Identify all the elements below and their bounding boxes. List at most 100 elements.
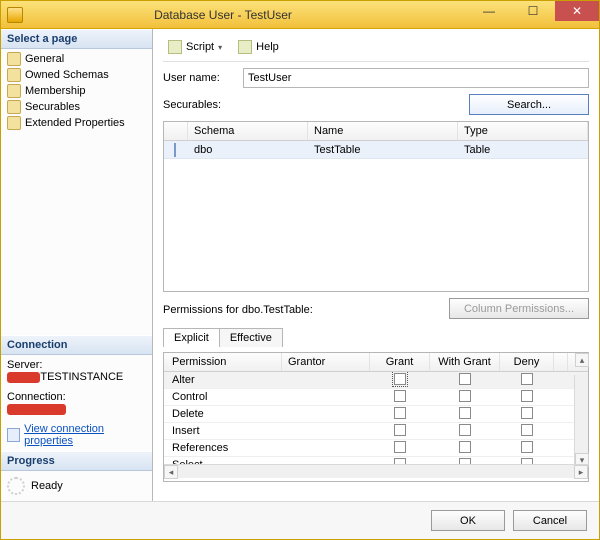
col-deny[interactable]: Deny bbox=[500, 353, 554, 371]
select-page-header: Select a page bbox=[1, 29, 152, 49]
scroll-left-icon[interactable]: ◂ bbox=[164, 465, 178, 479]
table-row[interactable]: Insert bbox=[164, 423, 588, 440]
server-value: XXXXTESTINSTANCE bbox=[7, 371, 146, 383]
col-with-grant[interactable]: With Grant bbox=[430, 353, 500, 371]
table-row[interactable]: Control bbox=[164, 389, 588, 406]
permissions-grid: Permission Grantor Grant With Grant Deny… bbox=[163, 352, 589, 482]
deny-checkbox[interactable] bbox=[521, 373, 533, 385]
page-icon bbox=[7, 116, 21, 130]
table-row[interactable]: Delete bbox=[164, 406, 588, 423]
cell-grant bbox=[370, 373, 430, 388]
sidebar: Select a page General Owned Schemas Memb… bbox=[1, 29, 153, 501]
grant-checkbox[interactable] bbox=[394, 424, 406, 436]
page-icon bbox=[7, 84, 21, 98]
cell-type: Table bbox=[458, 143, 588, 157]
col-schema[interactable]: Schema bbox=[188, 122, 308, 140]
column-permissions-button: Column Permissions... bbox=[449, 298, 589, 319]
horizontal-scrollbar[interactable]: ◂ ▸ bbox=[164, 464, 588, 478]
table-row[interactable]: dbo TestTable Table bbox=[164, 141, 588, 159]
vertical-scrollbar[interactable]: ▴ ▾ bbox=[574, 375, 588, 467]
table-row[interactable]: Alter bbox=[164, 372, 588, 389]
page-nav: General Owned Schemas Membership Securab… bbox=[1, 49, 152, 139]
script-label: Script bbox=[186, 41, 214, 53]
cell-with-grant bbox=[430, 441, 500, 456]
with-grant-checkbox[interactable] bbox=[459, 407, 471, 419]
minimize-button[interactable]: — bbox=[467, 1, 511, 21]
grant-checkbox[interactable] bbox=[394, 441, 406, 453]
with-grant-checkbox[interactable] bbox=[459, 390, 471, 402]
table-row[interactable]: Select bbox=[164, 457, 588, 464]
script-icon bbox=[168, 40, 182, 54]
securables-grid: Schema Name Type dbo TestTable Table bbox=[163, 121, 589, 292]
col-type[interactable]: Type bbox=[458, 122, 588, 140]
deny-checkbox[interactable] bbox=[521, 407, 533, 419]
scroll-up-icon[interactable]: ▴ bbox=[575, 353, 589, 367]
cell-deny bbox=[500, 441, 554, 456]
cell-grant bbox=[370, 407, 430, 422]
ok-button[interactable]: OK bbox=[431, 510, 505, 531]
nav-label: General bbox=[25, 53, 64, 65]
help-button[interactable]: Help bbox=[233, 37, 284, 57]
nav-label: Securables bbox=[25, 101, 80, 113]
deny-checkbox[interactable] bbox=[521, 424, 533, 436]
nav-label: Owned Schemas bbox=[25, 69, 109, 81]
table-icon bbox=[174, 143, 176, 157]
col-grantor[interactable]: Grantor bbox=[282, 353, 370, 371]
connection-value: xxxxxxxxxx bbox=[7, 403, 146, 415]
progress-spinner-icon bbox=[7, 477, 25, 495]
grant-checkbox[interactable] bbox=[394, 407, 406, 419]
permissions-tabs: Explicit Effective bbox=[163, 327, 589, 346]
grant-checkbox[interactable] bbox=[394, 390, 406, 402]
title-bar: Database User - TestUser — ☐ ✕ bbox=[1, 1, 599, 29]
col-grant[interactable]: Grant bbox=[370, 353, 430, 371]
cell-permission: Delete bbox=[164, 408, 282, 420]
with-grant-checkbox[interactable] bbox=[459, 424, 471, 436]
connection-row: Connection: xxxxxxxxxx bbox=[1, 387, 152, 419]
nav-securables[interactable]: Securables bbox=[3, 99, 150, 115]
cell-deny bbox=[500, 407, 554, 422]
scroll-right-icon[interactable]: ▸ bbox=[574, 465, 588, 479]
maximize-button[interactable]: ☐ bbox=[511, 1, 555, 21]
nav-general[interactable]: General bbox=[3, 51, 150, 67]
script-button[interactable]: Script ▾ bbox=[163, 37, 227, 57]
cell-name: TestTable bbox=[308, 143, 458, 157]
cell-with-grant bbox=[430, 407, 500, 422]
progress-header: Progress bbox=[1, 451, 152, 471]
deny-checkbox[interactable] bbox=[521, 441, 533, 453]
view-connection-properties[interactable]: View connection properties bbox=[1, 419, 152, 451]
cell-permission: Insert bbox=[164, 425, 282, 437]
user-name-input[interactable] bbox=[243, 68, 589, 88]
securables-grid-body: dbo TestTable Table bbox=[164, 141, 588, 291]
with-grant-checkbox[interactable] bbox=[459, 441, 471, 453]
connection-label: Connection: bbox=[7, 391, 146, 403]
cell-grant bbox=[370, 441, 430, 456]
col-name[interactable]: Name bbox=[308, 122, 458, 140]
nav-label: Extended Properties bbox=[25, 117, 125, 129]
user-name-row: User name: bbox=[163, 68, 589, 88]
securables-row: Securables: Search... bbox=[163, 94, 589, 115]
search-button[interactable]: Search... bbox=[469, 94, 589, 115]
deny-checkbox[interactable] bbox=[521, 390, 533, 402]
page-icon bbox=[7, 68, 21, 82]
window-title: Database User - TestUser bbox=[0, 8, 467, 22]
table-row[interactable]: References bbox=[164, 440, 588, 457]
nav-owned-schemas[interactable]: Owned Schemas bbox=[3, 67, 150, 83]
progress-status: Ready bbox=[31, 480, 63, 492]
with-grant-checkbox[interactable] bbox=[459, 373, 471, 385]
window-buttons: — ☐ ✕ bbox=[467, 1, 599, 28]
server-label: Server: bbox=[7, 359, 146, 371]
cell-grant bbox=[370, 390, 430, 405]
tab-effective[interactable]: Effective bbox=[219, 328, 283, 347]
nav-extended-properties[interactable]: Extended Properties bbox=[3, 115, 150, 131]
nav-membership[interactable]: Membership bbox=[3, 83, 150, 99]
col-permission[interactable]: Permission bbox=[164, 353, 282, 371]
close-button[interactable]: ✕ bbox=[555, 1, 599, 21]
nav-label: Membership bbox=[25, 85, 86, 97]
tab-explicit[interactable]: Explicit bbox=[163, 328, 220, 347]
grant-checkbox[interactable] bbox=[394, 373, 406, 385]
progress-row: Ready bbox=[1, 471, 152, 501]
cancel-button[interactable]: Cancel bbox=[513, 510, 587, 531]
view-connection-properties-link[interactable]: View connection properties bbox=[24, 423, 146, 447]
cell-with-grant bbox=[430, 390, 500, 405]
server-row: Server: XXXXTESTINSTANCE bbox=[1, 355, 152, 387]
